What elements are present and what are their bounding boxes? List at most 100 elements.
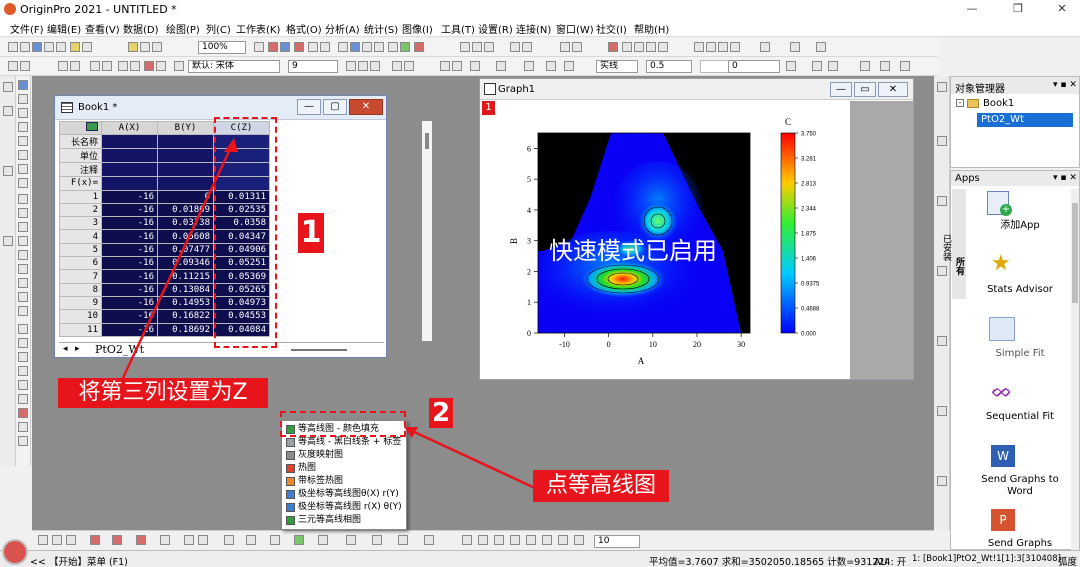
link-layers-icon[interactable] (102, 61, 112, 71)
graph-window[interactable]: Graph1 — ▭ ✕ 快速模式已启用 -10 0 10 20 30 0 1 … (479, 78, 914, 380)
cell-b[interactable]: 0.09346 (157, 256, 214, 271)
app-center-icon[interactable] (400, 42, 410, 52)
results-log-tab[interactable] (3, 166, 13, 176)
grid-icon[interactable] (828, 61, 838, 71)
distribute-icon[interactable] (880, 61, 890, 71)
arrow-tool-icon[interactable] (18, 208, 28, 218)
graph-restore-button[interactable]: ▭ (854, 82, 876, 97)
insert-equation-icon[interactable] (18, 366, 28, 376)
new-matrix-icon[interactable] (44, 42, 54, 52)
cell-a[interactable]: -16 (101, 322, 158, 337)
swap-columns-icon[interactable] (760, 42, 770, 52)
tree-item-sheet[interactable]: PtO2_Wt (977, 113, 1073, 127)
data-reader-icon[interactable] (18, 150, 28, 160)
border-icon[interactable] (812, 61, 822, 71)
more-tools-tab[interactable] (937, 476, 947, 486)
script-window-icon[interactable] (320, 42, 330, 52)
status-autoupdate[interactable]: AU : 开 (874, 554, 906, 567)
new-graph-icon[interactable] (32, 42, 42, 52)
brush-tool-icon[interactable] (18, 292, 28, 302)
cell-a[interactable]: -16 (101, 229, 158, 244)
meta-cell[interactable] (101, 134, 158, 150)
row-number[interactable]: 1 (59, 189, 102, 204)
add-text-icon[interactable] (414, 42, 424, 52)
increase-font-icon[interactable] (452, 61, 462, 71)
save-icon[interactable] (82, 42, 92, 52)
app-add[interactable]: 添加App (967, 220, 1073, 232)
menu-analysis[interactable]: 分析(A) (325, 21, 360, 36)
messages-tab[interactable] (3, 106, 13, 116)
pie-plot-icon[interactable] (136, 535, 146, 545)
template-icon[interactable] (346, 535, 356, 545)
line-style-select[interactable]: 实线 (596, 60, 638, 73)
cell-b[interactable]: 0.05608 (157, 229, 214, 244)
region-tool-icon[interactable] (18, 306, 28, 316)
maximize-button[interactable]: ❐ (1010, 2, 1026, 16)
send-graphs-ppt-icon[interactable]: P (991, 509, 1015, 531)
error-column-icon[interactable] (658, 42, 668, 52)
axis-tools-tab[interactable] (937, 406, 947, 416)
line-plot-icon[interactable] (38, 535, 48, 545)
y-column-icon[interactable] (634, 42, 644, 52)
fill-pattern-icon[interactable] (786, 61, 796, 71)
simple-fit-icon[interactable] (989, 317, 1015, 341)
font-size-select[interactable]: 9 (288, 60, 338, 73)
mark-icon[interactable] (608, 42, 618, 52)
advanced-filter-icon[interactable] (572, 42, 582, 52)
polar-plot-icon[interactable] (270, 535, 280, 545)
sheet-prev-icon[interactable]: ◂ (63, 344, 68, 354)
stats-icon[interactable] (460, 42, 470, 52)
superscript-icon[interactable] (392, 61, 402, 71)
move-first-icon[interactable] (718, 42, 728, 52)
row-number[interactable]: 3 (59, 216, 102, 231)
column-stats-icon[interactable] (510, 42, 520, 52)
layer-indicator[interactable]: 1 (482, 101, 495, 115)
cell-a[interactable]: -16 (101, 242, 158, 258)
insert-object-icon[interactable] (18, 380, 28, 390)
menu-social[interactable]: 社交(I) (596, 21, 627, 36)
align-icon[interactable] (470, 61, 480, 71)
start-menu-icon[interactable] (2, 539, 28, 565)
messages-icon[interactable] (374, 42, 384, 52)
scatter-plot-icon[interactable] (52, 535, 62, 545)
duplicate-icon[interactable] (268, 42, 278, 52)
menu-column[interactable]: 列(C) (206, 21, 231, 36)
smart-hint-tab[interactable] (3, 236, 13, 246)
tree-item-book[interactable]: Book1 (983, 98, 1014, 109)
line-width-select[interactable]: 0.5 (646, 60, 692, 73)
heatmap-plot-icon[interactable] (318, 535, 328, 545)
cell-b[interactable]: 0.18692 (157, 322, 214, 337)
tab-installed[interactable]: 已安装 (940, 195, 953, 299)
toggle-icon[interactable] (860, 61, 870, 71)
row-number[interactable]: 2 (59, 202, 102, 218)
contour-plot-icon[interactable] (294, 535, 304, 545)
cell-b[interactable]: 0.11215 (157, 269, 214, 284)
merge-graph-icon[interactable] (424, 535, 434, 545)
open-icon[interactable] (70, 42, 80, 52)
legend-icon[interactable] (118, 61, 128, 71)
app-send-graphs[interactable]: Send Graphs (967, 538, 1073, 550)
menu-item-ternary-contour[interactable]: 三元等高线相图 (284, 514, 406, 527)
project-explorer-icon[interactable] (350, 42, 360, 52)
pattern-fill-icon[interactable] (542, 535, 552, 545)
add-layer-icon[interactable] (90, 61, 100, 71)
cell-b[interactable]: 0.03738 (157, 216, 214, 231)
project-explorer-tab[interactable] (3, 82, 13, 92)
menu-format[interactable]: 格式(O) (286, 21, 322, 36)
column-plot-icon[interactable] (90, 535, 100, 545)
scale-tool-icon[interactable] (18, 122, 28, 132)
cell-b[interactable]: 0 (157, 189, 214, 204)
data-selector-icon[interactable] (18, 164, 28, 174)
cell-a[interactable]: -16 (101, 189, 158, 204)
app-send-graphs-word[interactable]: Send Graphs to Word (967, 474, 1073, 498)
panel-pin-icon[interactable]: ▾ ▪ ✕ (1053, 173, 1077, 183)
sheet-tab[interactable]: PtO2_Wt (95, 343, 144, 356)
row-number[interactable]: 10 (59, 309, 102, 324)
cell-a[interactable]: -16 (101, 282, 158, 297)
sequential-fit-icon[interactable]: ᨖ (991, 379, 1013, 401)
time-icon[interactable] (156, 61, 166, 71)
fill-icon[interactable] (526, 535, 536, 545)
size-icon[interactable] (510, 535, 520, 545)
app-stats-advisor[interactable]: Stats Advisor (967, 284, 1073, 296)
insert-image-icon[interactable] (18, 352, 28, 362)
